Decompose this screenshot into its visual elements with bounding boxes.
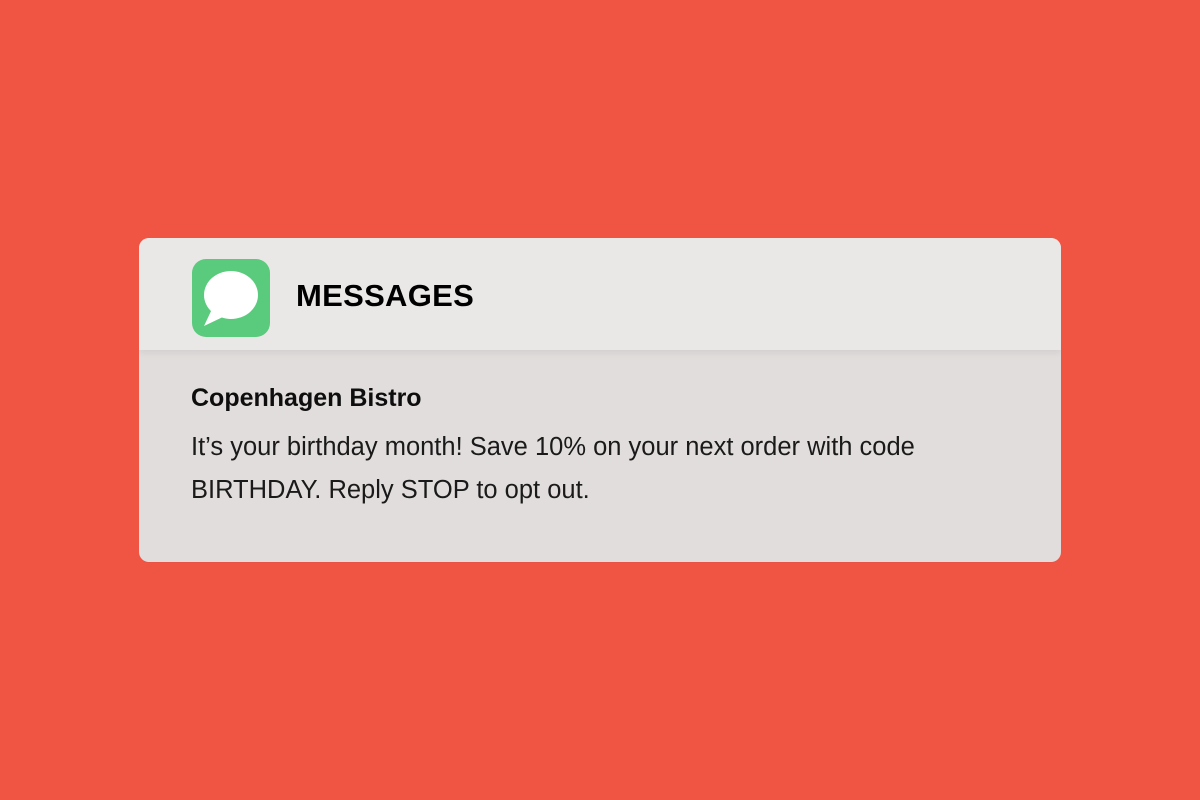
message-text: It’s your birthday month! Save 10% on yo… bbox=[191, 433, 915, 504]
messages-app-icon bbox=[192, 259, 270, 337]
notification-body: Copenhagen Bistro It’s your birthday mon… bbox=[139, 350, 1061, 512]
speech-bubble-icon bbox=[204, 271, 258, 326]
sender-name: Copenhagen Bistro bbox=[191, 384, 422, 412]
notification-header: MESSAGES bbox=[139, 238, 1061, 350]
app-name: MESSAGES bbox=[296, 278, 475, 313]
notification-card[interactable]: MESSAGES Copenhagen Bistro It’s your bir… bbox=[139, 238, 1061, 562]
